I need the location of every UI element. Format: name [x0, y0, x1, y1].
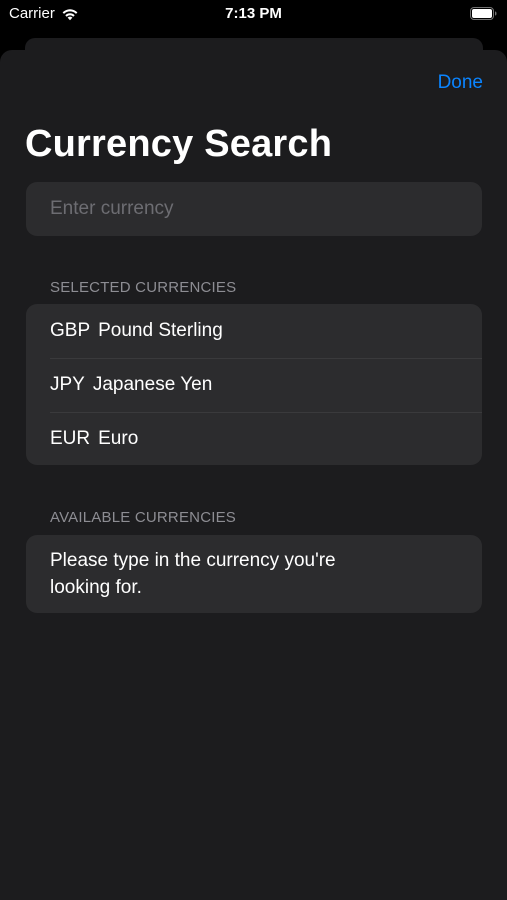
available-currencies-list: Please type in the currency you're looki… — [26, 535, 482, 613]
currency-name: Pound Sterling — [98, 320, 223, 341]
currency-search-input[interactable] — [26, 182, 482, 236]
currency-code: EUR — [50, 428, 91, 449]
selected-currencies-header: SELECTED CURRENCIES — [50, 279, 237, 296]
status-time: 7:13 PM — [225, 5, 282, 22]
battery-icon — [470, 7, 497, 20]
selected-currencies-list: GBP Pound Sterling JPY Japanese Yen EUR … — [26, 304, 482, 465]
currency-name: Euro — [98, 428, 139, 449]
done-button[interactable]: Done — [438, 72, 483, 94]
currency-row-gbp[interactable]: GBP Pound Sterling — [26, 304, 482, 358]
screen: Carrier 7:13 PM Done Currency Search SEL… — [0, 0, 507, 900]
status-bar: Carrier 7:13 PM — [0, 0, 507, 30]
available-currencies-message: Please type in the currency you're looki… — [50, 550, 336, 598]
currency-code: JPY — [50, 374, 85, 395]
available-currencies-header: AVAILABLE CURRENCIES — [50, 509, 236, 526]
currency-row-eur[interactable]: EUR Euro — [26, 412, 482, 465]
currency-code: GBP — [50, 320, 91, 341]
currency-name: Japanese Yen — [92, 374, 213, 395]
currency-row-jpy[interactable]: JPY Japanese Yen — [26, 358, 482, 412]
page-title: Currency Search — [25, 123, 333, 165]
currency-search-sheet: Done Currency Search SELECTED CURRENCIES… — [0, 50, 507, 900]
